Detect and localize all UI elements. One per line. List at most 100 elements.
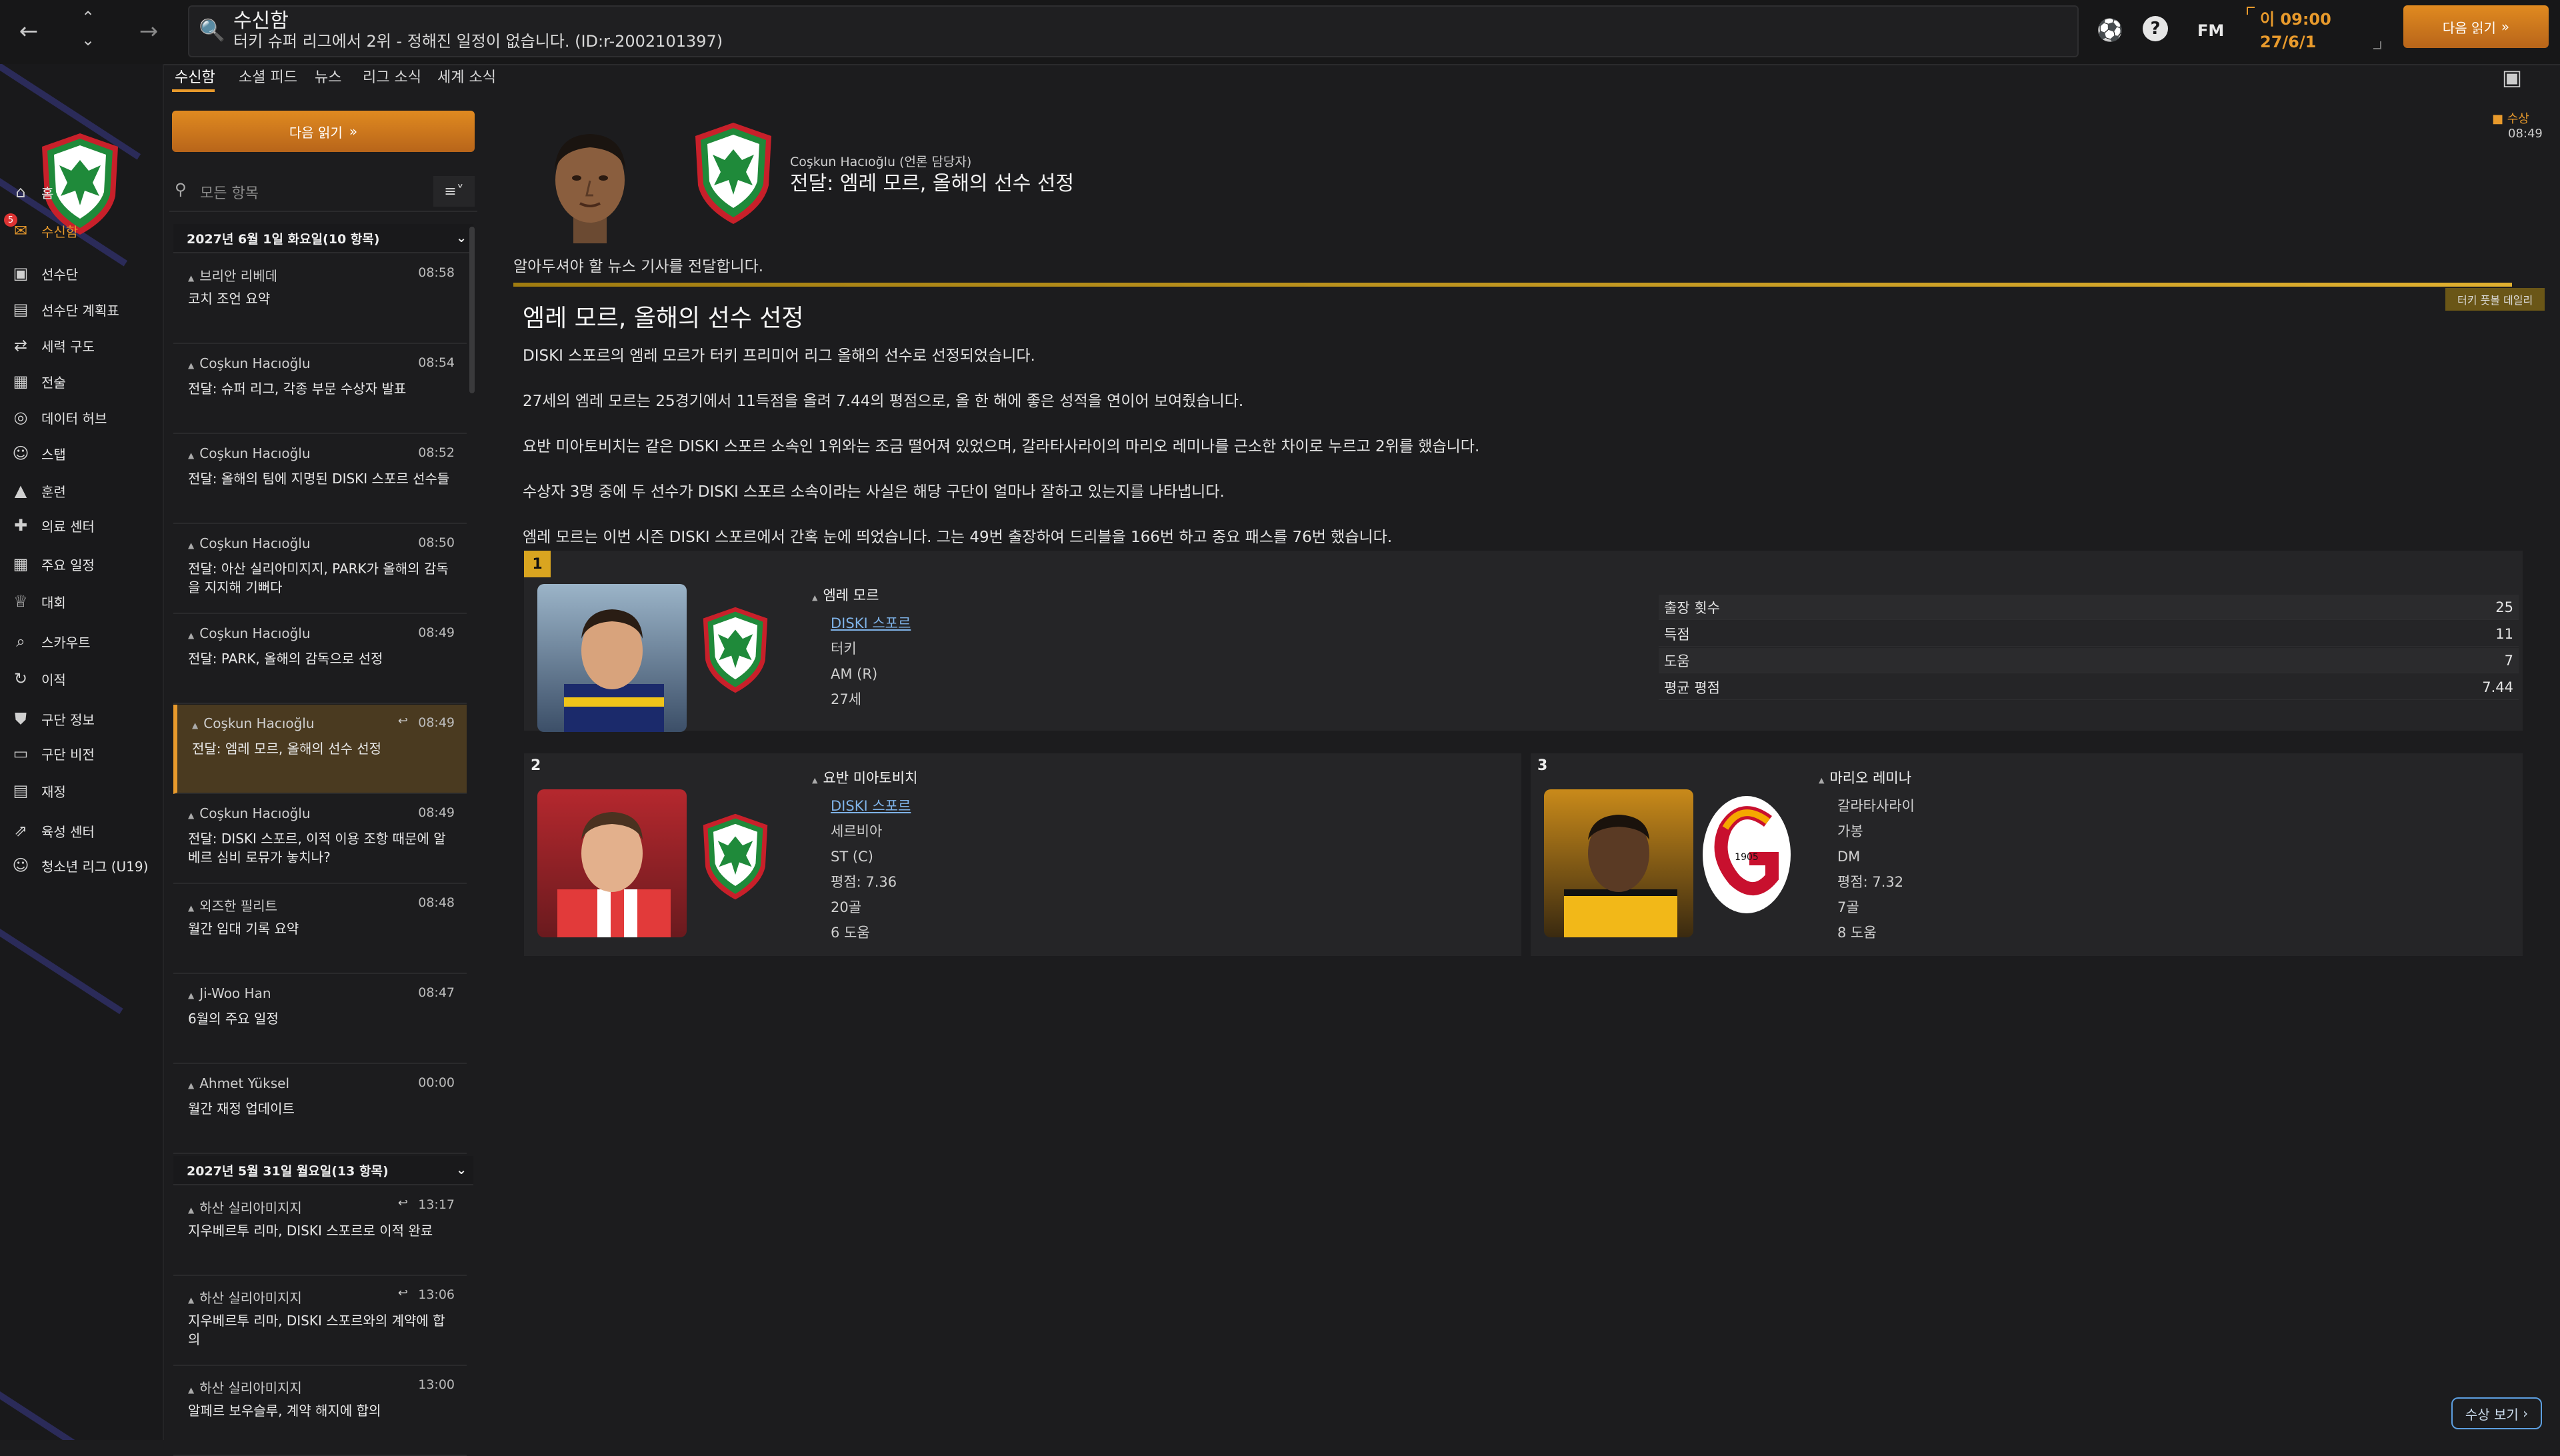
message-sender: Coşkun Hacıoğlu	[188, 625, 310, 641]
sender-avatar[interactable]	[527, 117, 653, 243]
tab-news[interactable]: 뉴스	[315, 65, 341, 87]
sidebar-item-1[interactable]: ⌂ 홈	[0, 176, 163, 208]
sidebar-item-19[interactable]: ☺ 청소년 리그 (U19)	[0, 849, 163, 881]
vision-icon: ▭	[13, 744, 29, 763]
chevron-up-icon[interactable]: ⌃	[75, 7, 101, 28]
staff-icon: ☺	[12, 444, 29, 463]
player-position: DM	[1837, 849, 1861, 865]
help-icon[interactable]: ?	[2143, 16, 2168, 41]
inbox-message[interactable]: Coşkun Hacıoğlu 08:49 전달: PARK, 올해의 감독으로 선…	[173, 615, 467, 704]
sidebar-item-5[interactable]: ⇄ 세력 구도	[0, 329, 163, 361]
sidebar-item-label: 수신함	[41, 223, 79, 240]
player-club[interactable]: DISKI 스포르	[831, 793, 917, 819]
sidebar-item-label: 세력 구도	[41, 338, 95, 355]
sidebar-item-6[interactable]: ▦ 전술	[0, 365, 163, 397]
sidebar-item-11[interactable]: ▦ 주요 일정	[0, 548, 163, 580]
reply-icon: ↩	[397, 714, 408, 728]
inbox-message[interactable]: 하산 실리아미지지 13:06 지우베르투 리마, DISKI 스포르와의 계약에 …	[173, 1277, 467, 1366]
sidebar-item-17[interactable]: ▤ 재정	[0, 775, 163, 807]
development-icon: ⇗	[13, 821, 28, 840]
chevron-down-icon[interactable]: ⌄	[456, 1163, 467, 1177]
chevron-down-icon[interactable]: ⌄	[75, 29, 101, 51]
inbox-message[interactable]: Coşkun Hacıoğlu 08:50 전달: 아산 실리아미지지, PARK가…	[173, 525, 467, 614]
sidebar-item-13[interactable]: ⌕ 스카우트	[0, 625, 163, 657]
player-photo[interactable]	[1544, 789, 1693, 937]
forward-arrow-icon[interactable]: →	[132, 15, 165, 48]
article-paragraph: DISKI 스포르의 엠레 모르가 터키 프리미어 리그 올해의 선수로 선정되…	[523, 347, 1035, 365]
continue-label: 다음 읽기	[2442, 19, 2496, 36]
player-photo[interactable]	[537, 789, 687, 937]
clipboard-icon: ▤	[13, 300, 29, 319]
fm-logo[interactable]: FM	[2197, 21, 2224, 40]
sidebar-item-9[interactable]: ▲ 훈련	[0, 475, 163, 507]
chevron-right-icon: ›	[2523, 1405, 2529, 1421]
tab-social-feed[interactable]: 소셜 피드	[239, 65, 297, 87]
chevron-down-icon[interactable]: ⌄	[456, 231, 467, 245]
finance-icon: ▤	[13, 781, 29, 800]
view-awards-label: 수상 보기	[2465, 1406, 2519, 1423]
inbox-message[interactable]: 하산 실리아미지지 13:00 알페르 보우슬루, 계약 해지에 합의	[173, 1367, 467, 1456]
top-bar: ← ⌃ ⌄ → 🔍 수신함 터키 슈퍼 리그에서 2위 - 정해진 일정이 없습…	[0, 0, 2560, 65]
scrollbar[interactable]	[469, 227, 475, 393]
player-photo[interactable]	[537, 584, 687, 732]
news-source-tag: 터키 풋볼 데일리	[2445, 288, 2545, 311]
sidebar-item-4[interactable]: ▤ 선수단 계획표	[0, 293, 163, 325]
sidebar-item-18[interactable]: ⇗ 육성 센터	[0, 815, 163, 847]
sidebar-item-2[interactable]: ✉ 수신함 5	[0, 213, 163, 247]
shield-icon: ⛊	[15, 709, 27, 728]
player-nation: 가봉	[1837, 823, 1863, 839]
view-awards-button[interactable]: 수상 보기 ›	[2451, 1397, 2542, 1429]
filter-input[interactable]: 모든 항목	[200, 181, 259, 203]
ball-icon[interactable]: ⚽	[2095, 15, 2125, 45]
sidebar-item-label: 구단 정보	[41, 711, 95, 728]
tab-inbox[interactable]: 수신함	[175, 65, 215, 87]
inbox-message[interactable]: Coşkun Hacıoğlu 08:54 전달: 슈퍼 리그, 각종 부문 수상자…	[173, 345, 467, 434]
inbox-message[interactable]: Coşkun Hacıoğlu 08:49 전달: 엠레 모르, 올해의 선수 선정…	[173, 705, 467, 794]
tab-underline	[172, 89, 215, 92]
inbox-day-header[interactable]: 2027년 6월 1일 화요일(10 항목) ⌄	[173, 224, 473, 253]
tab-world-news[interactable]: 세계 소식	[437, 65, 496, 87]
sort-menu-button[interactable]: ≡˅	[433, 176, 475, 207]
stat-row: 득점 11	[1659, 621, 2519, 647]
player-goals: 20골	[831, 899, 862, 915]
sidebar-item-3[interactable]: ▣ 선수단	[0, 257, 163, 289]
mail-time: 08:49	[2508, 127, 2543, 141]
stat-value: 7.44	[2482, 679, 2513, 695]
inbox-message[interactable]: Ahmet Yüksel 00:00 월간 재정 업데이트	[173, 1065, 467, 1154]
scout-icon: ⌕	[16, 632, 25, 651]
player-club[interactable]: 갈라타사라이	[1837, 793, 1915, 819]
tab-league-news[interactable]: 리그 소식	[363, 65, 421, 87]
inbox-message[interactable]: Ji-Woo Han 08:47 6월의 주요 일정	[173, 975, 467, 1064]
continue-button[interactable]: 다음 읽기 »	[2403, 5, 2549, 48]
back-arrow-icon[interactable]: ←	[12, 15, 45, 48]
message-sender: Coşkun Hacıoğlu	[188, 445, 310, 461]
sidebar-item-16[interactable]: ▭ 구단 비전	[0, 737, 163, 769]
player-name[interactable]: 마리오 레미나	[1819, 765, 1915, 793]
player-assists: 8 도움	[1837, 925, 1877, 941]
player-name[interactable]: 엠레 모르	[812, 583, 911, 611]
player-club[interactable]: DISKI 스포르	[831, 611, 911, 636]
sidebar-item-10[interactable]: ✚ 의료 센터	[0, 509, 163, 541]
inbox-message[interactable]: Coşkun Hacıoğlu 08:52 전달: 올해의 팀에 지명된 DISKI…	[173, 435, 467, 524]
sidebar-item-14[interactable]: ↻ 이적	[0, 663, 163, 695]
inbox-message[interactable]: 하산 실리아미지지 13:17 지우베르투 리마, DISKI 스포르로 이적 완료…	[173, 1187, 467, 1276]
stat-label: 평균 평점	[1664, 679, 1720, 696]
stat-value: 11	[2495, 625, 2513, 642]
sidebar-item-12[interactable]: ♕ 대회	[0, 585, 163, 617]
sidebar-item-7[interactable]: ◎ 데이터 허브	[0, 401, 163, 433]
player-nation: 세르비아	[831, 823, 883, 839]
inbox-message[interactable]: 외즈한 필리트 08:48 월간 임대 기록 요약	[173, 885, 467, 974]
player-name[interactable]: 요반 미아토비치	[812, 765, 917, 793]
sidebar-item-8[interactable]: ☺ 스탭	[0, 437, 163, 469]
inbox-continue-button[interactable]: 다음 읽기 »	[172, 111, 475, 152]
stat-value: 25	[2495, 599, 2513, 615]
inbox-message[interactable]: 브리안 리베데 08:58 코치 조언 요약	[173, 255, 467, 344]
data-icon: ◎	[13, 408, 28, 427]
message-subject: 전달: PARK, 올해의 감독으로 선정	[188, 651, 383, 667]
screen-layout-icon[interactable]: ▣	[2497, 64, 2527, 91]
mail-category-label: 수상	[2507, 112, 2529, 126]
sidebar-item-15[interactable]: ⛊ 구단 정보	[0, 703, 163, 735]
inbox-day-header[interactable]: 2027년 5월 31일 월요일(13 항목) ⌄	[173, 1156, 473, 1185]
inbox-message[interactable]: Coşkun Hacıoğlu 08:49 전달: DISKI 스포르, 이적 이용…	[173, 795, 467, 884]
game-clock[interactable]: 이 09:00 27/6/1	[2260, 8, 2331, 53]
